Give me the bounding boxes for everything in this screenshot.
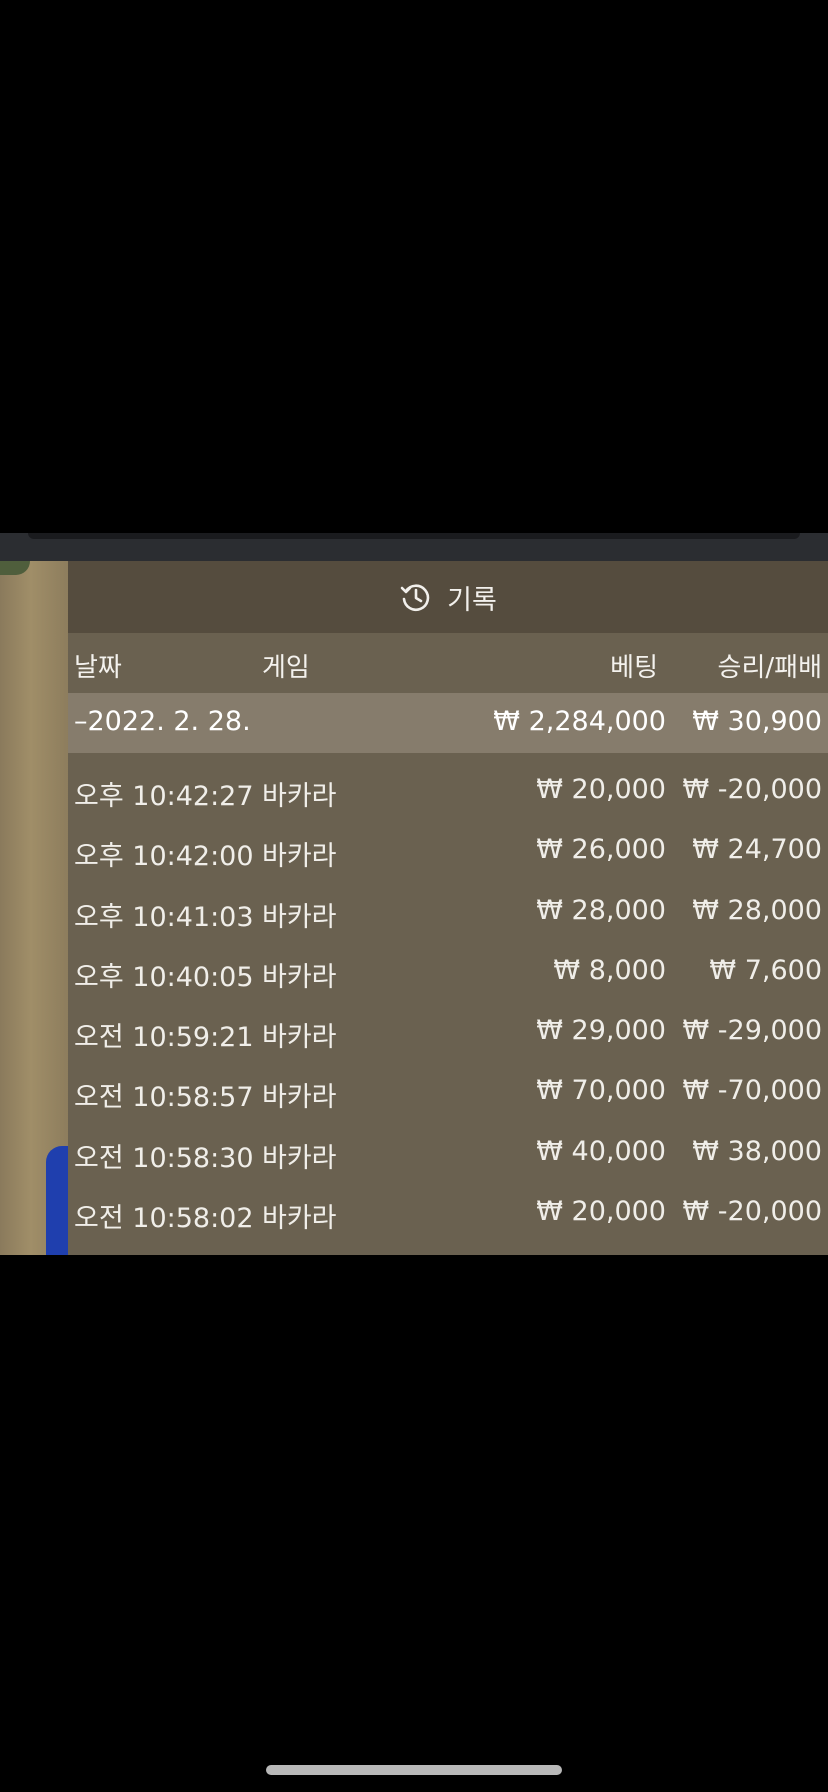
summary-result-total: ₩ 30,900 [692,706,822,737]
row-result: ₩ -20,000 [682,1196,823,1228]
row-game: 바카라 [262,901,337,933]
column-header-date: 날짜 [74,653,122,683]
row-game: 바카라 [262,961,337,993]
game-table-background [0,561,68,1255]
row-time: 오전 10:58:30 [74,1142,254,1174]
table-row[interactable]: 오후 10:42:00 바카라 ₩ 26,000 ₩ 24,700 [68,821,828,881]
dealer-clothing-shape [46,1146,68,1255]
row-time: 오전 10:59:21 [74,1022,254,1054]
row-bet: ₩ 70,000 [536,1075,666,1107]
table-row[interactable]: 오후 10:41:03 바카라 ₩ 28,000 ₩ 28,000 [68,882,828,942]
table-row[interactable]: 오전 10:58:30 바카라 ₩ 40,000 ₩ 38,000 [68,1123,828,1183]
row-time: 오후 10:42:27 [74,781,254,812]
row-bet: ₩ 28,000 [536,894,666,926]
column-headers: 날짜 게임 베팅 승리/패배 [68,633,828,693]
row-game: 바카라 [262,1142,337,1174]
screen: 기록 날짜 게임 베팅 승리/패배 –2022. 2. 28. ₩ 2,284,… [0,0,828,1792]
history-rows: 오후 10:42:27 바카라 ₩ 20,000 ₩ -20,000 오후 10… [68,753,828,1243]
row-bet: ₩ 29,000 [536,1015,666,1047]
row-time: 오전 10:58:02 [74,1203,254,1235]
column-header-result: 승리/패배 [717,653,822,683]
row-bet: ₩ 8,000 [553,954,666,986]
row-result: ₩ -70,000 [682,1075,823,1107]
date-summary-row[interactable]: –2022. 2. 28. ₩ 2,284,000 ₩ 30,900 [68,693,828,753]
column-header-game: 게임 [262,653,310,683]
row-bet: ₩ 40,000 [536,1135,666,1167]
row-game: 바카라 [262,1022,337,1054]
row-result: ₩ 7,600 [709,954,822,986]
row-game: 바카라 [262,841,337,873]
row-time: 오전 10:58:57 [74,1082,254,1114]
video-frame-edge [0,533,828,561]
summary-date: –2022. 2. 28. [74,706,251,737]
history-panel-header: 기록 [68,561,828,633]
table-row[interactable]: 오전 10:59:21 바카라 ₩ 29,000 ₩ -29,000 [68,1002,828,1062]
row-bet: ₩ 20,000 [536,1196,666,1228]
table-row[interactable]: 오후 10:40:05 바카라 ₩ 8,000 ₩ 7,600 [68,942,828,1002]
table-felt-corner [0,561,30,575]
row-bet: ₩ 26,000 [536,834,666,866]
row-result: ₩ 24,700 [692,834,822,866]
row-game: 바카라 [262,1203,337,1235]
column-header-bet: 베팅 [610,653,658,683]
row-result: ₩ 28,000 [692,894,822,926]
table-row[interactable]: 오전 10:58:57 바카라 ₩ 70,000 ₩ -70,000 [68,1062,828,1122]
history-icon [399,580,433,614]
row-time: 오후 10:40:05 [74,961,254,993]
row-time: 오후 10:42:00 [74,841,254,873]
live-game-video: 기록 날짜 게임 베팅 승리/패배 –2022. 2. 28. ₩ 2,284,… [0,561,828,1255]
row-result: ₩ -20,000 [682,774,823,805]
home-indicator[interactable] [266,1765,562,1775]
row-bet: ₩ 20,000 [536,774,666,805]
row-result: ₩ 38,000 [692,1135,822,1167]
table-row[interactable]: 오전 10:58:02 바카라 ₩ 20,000 ₩ -20,000 [68,1183,828,1243]
row-time: 오후 10:41:03 [74,901,254,933]
row-game: 바카라 [262,1082,337,1114]
history-panel: 기록 날짜 게임 베팅 승리/패배 –2022. 2. 28. ₩ 2,284,… [68,561,828,1255]
row-game: 바카라 [262,781,337,812]
summary-bet-total: ₩ 2,284,000 [493,706,666,737]
table-row[interactable]: 오후 10:42:27 바카라 ₩ 20,000 ₩ -20,000 [68,761,828,821]
row-result: ₩ -29,000 [682,1015,823,1047]
panel-title: 기록 [447,584,497,616]
